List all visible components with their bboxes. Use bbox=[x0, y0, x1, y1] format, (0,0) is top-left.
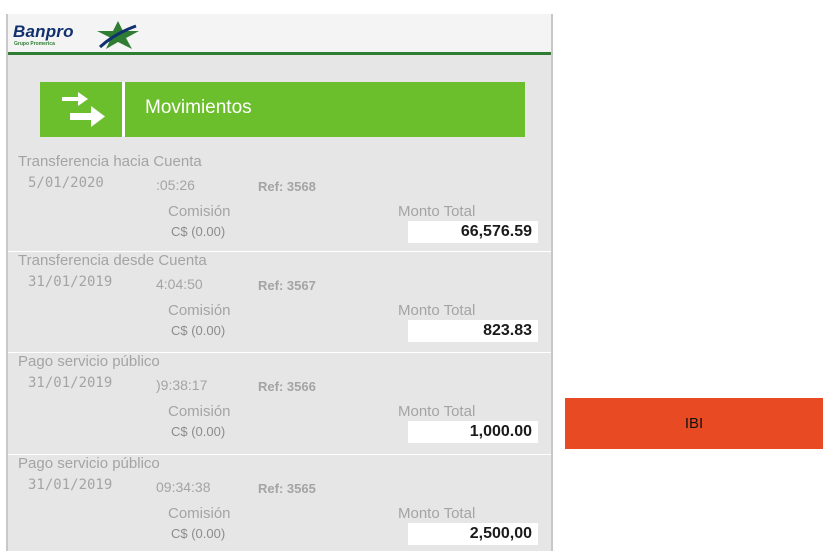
movements-header[interactable]: Movimientos bbox=[40, 82, 525, 137]
commission-value: C$ (0.00) bbox=[171, 424, 226, 439]
total-amount: 66,576.59 bbox=[408, 221, 538, 243]
total-label: Monto Total bbox=[398, 505, 476, 522]
transaction-time: 4:04:50 bbox=[156, 276, 203, 292]
transaction-ref: Ref: 3567 bbox=[258, 278, 316, 293]
transaction-time: )9:38:17 bbox=[156, 377, 208, 393]
commission-value: C$ (0.00) bbox=[171, 224, 226, 239]
transaction-time: :05:26 bbox=[156, 177, 195, 193]
total-label: Monto Total bbox=[398, 203, 476, 220]
brand-logo-text: Banpro bbox=[13, 22, 74, 41]
transaction-item[interactable]: Transferencia desde Cuenta 31/01/2019 4:… bbox=[8, 251, 551, 352]
transaction-title: Transferencia desde Cuenta bbox=[18, 252, 207, 269]
total-amount: 2,500,00 bbox=[408, 523, 538, 545]
movements-title: Movimientos bbox=[145, 97, 252, 118]
transaction-item[interactable]: Transferencia hacia Cuenta 5/01/2020 :05… bbox=[8, 153, 551, 253]
transaction-title: Transferencia hacia Cuenta bbox=[18, 153, 202, 170]
transaction-date: 31/01/2019 bbox=[28, 375, 113, 391]
commission-label: Comisión bbox=[168, 302, 231, 319]
transaction-ref: Ref: 3566 bbox=[258, 379, 316, 394]
transaction-item[interactable]: Pago servicio público 31/01/2019 09:34:3… bbox=[8, 454, 551, 551]
ibi-tag: IBI bbox=[565, 398, 823, 449]
transaction-time: 09:34:38 bbox=[156, 479, 211, 495]
transaction-title: Pago servicio público bbox=[18, 455, 160, 472]
total-amount: 823.83 bbox=[408, 320, 538, 342]
transaction-date: 31/01/2019 bbox=[28, 477, 113, 493]
transaction-date: 31/01/2019 bbox=[28, 274, 113, 290]
transaction-ref: Ref: 3568 bbox=[258, 179, 316, 194]
total-label: Monto Total bbox=[398, 403, 476, 420]
commission-label: Comisión bbox=[168, 505, 231, 522]
star-logo-icon bbox=[97, 21, 139, 49]
commission-value: C$ (0.00) bbox=[171, 526, 226, 541]
transfer-arrows-icon bbox=[40, 82, 125, 137]
commission-value: C$ (0.00) bbox=[171, 323, 226, 338]
commission-label: Comisión bbox=[168, 203, 231, 220]
transaction-item[interactable]: Pago servicio público 31/01/2019 )9:38:1… bbox=[8, 352, 551, 453]
total-amount: 1,000.00 bbox=[408, 421, 538, 443]
commission-label: Comisión bbox=[168, 403, 231, 420]
app-header-bar: Banpro Grupo Promerica bbox=[8, 14, 551, 55]
transaction-ref: Ref: 3565 bbox=[258, 481, 316, 496]
mobile-banking-screen: Banpro Grupo Promerica Movimientos Trans… bbox=[6, 14, 553, 551]
transaction-date: 5/01/2020 bbox=[28, 175, 104, 191]
transaction-title: Pago servicio público bbox=[18, 353, 160, 370]
total-label: Monto Total bbox=[398, 302, 476, 319]
brand-logo-subtext: Grupo Promerica bbox=[14, 41, 55, 47]
